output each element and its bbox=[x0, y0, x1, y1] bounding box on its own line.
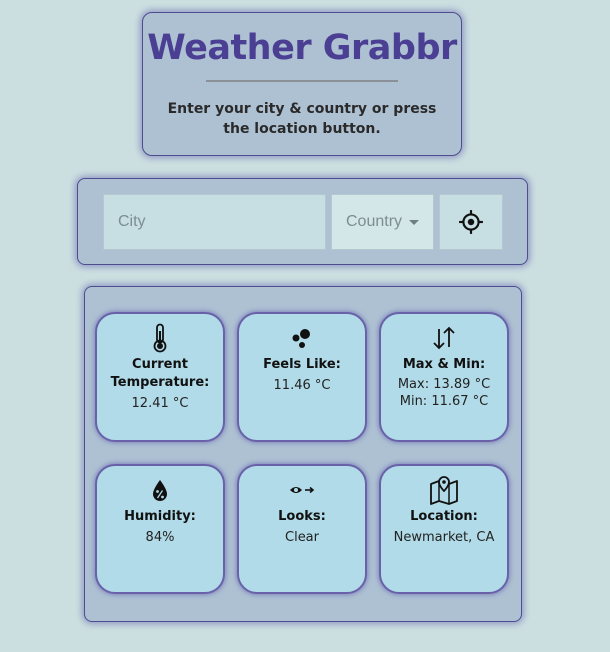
temperature-value: 12.41 °C bbox=[131, 396, 189, 411]
humidity-drop-icon bbox=[153, 480, 167, 501]
up-down-arrows-icon bbox=[433, 326, 455, 350]
bubbles-icon bbox=[292, 329, 310, 348]
location-button[interactable] bbox=[439, 194, 503, 250]
city-input[interactable] bbox=[103, 194, 326, 250]
weather-results-panel: Current Temperature: 12.41 °C Feels Like… bbox=[84, 286, 522, 622]
country-select-label: Country bbox=[346, 213, 403, 230]
max-min-label: Max & Min: bbox=[402, 357, 486, 372]
location-tile: Location: Newmarket, CA bbox=[379, 464, 509, 594]
feels-like-label: Feels Like: bbox=[263, 357, 341, 372]
title-divider bbox=[206, 80, 398, 82]
min-temperature-value: Min: 11.67 °C bbox=[399, 394, 489, 409]
map-pin-icon bbox=[430, 476, 458, 505]
feels-like-value: 11.46 °C bbox=[273, 378, 331, 393]
feels-like-tile: Feels Like: 11.46 °C bbox=[237, 312, 367, 442]
temperature-tile: Current Temperature: 12.41 °C bbox=[95, 312, 225, 442]
chevron-down-icon bbox=[409, 219, 420, 225]
looks-tile: Looks: Clear bbox=[237, 464, 367, 594]
humidity-tile: Humidity: 84% bbox=[95, 464, 225, 594]
app-title: Weather Grabbr bbox=[147, 28, 457, 68]
location-label: Location: bbox=[410, 509, 478, 524]
search-card: Country bbox=[77, 178, 528, 265]
looks-value: Clear bbox=[285, 530, 319, 545]
temperature-label: Current Temperature: bbox=[110, 357, 210, 390]
max-temperature-value: Max: 13.89 °C bbox=[397, 377, 491, 392]
location-value: Newmarket, CA bbox=[393, 530, 495, 545]
max-min-tile: Max & Min: Max: 13.89 °C Min: 11.67 °C bbox=[379, 312, 509, 442]
country-select[interactable]: Country bbox=[331, 194, 434, 250]
crosshair-icon bbox=[459, 210, 483, 234]
thermometer-icon bbox=[153, 323, 167, 353]
humidity-value: 84% bbox=[145, 530, 175, 545]
header-card: Weather Grabbr Enter your city & country… bbox=[142, 12, 462, 156]
humidity-label: Humidity: bbox=[124, 509, 196, 524]
app-subtitle: Enter your city & country or press the l… bbox=[167, 101, 437, 137]
looks-label: Looks: bbox=[278, 509, 326, 524]
eye-arrow-icon bbox=[290, 486, 315, 494]
